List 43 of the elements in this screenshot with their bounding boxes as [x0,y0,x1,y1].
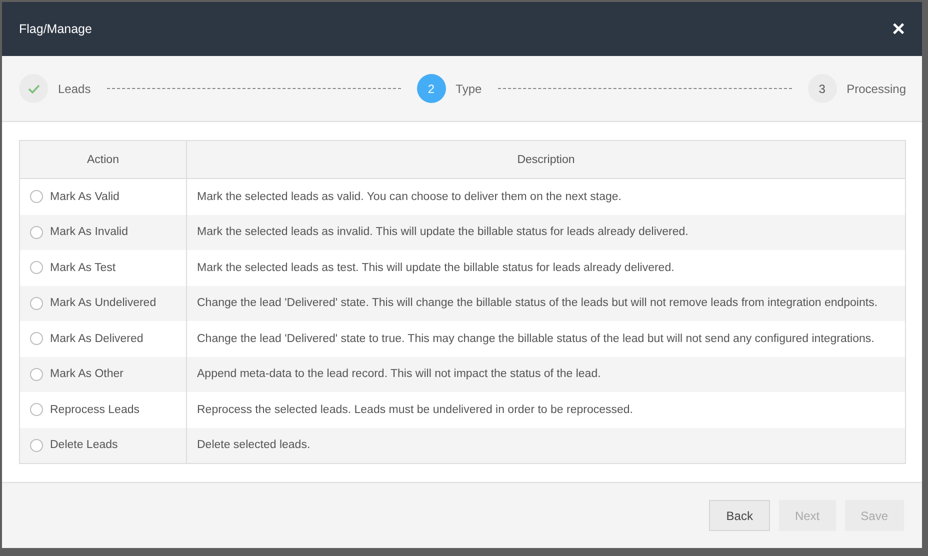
action-radio[interactable]: Delete Leads [30,438,176,452]
description-text: Change the lead 'Delivered' state to true. This may change the billable status of the lead but will not send any configured integrations. [197,332,874,345]
description-text: Change the lead 'Delivered' state. This will change the billable status of the leads but will not remove leads from integration endpoints. [197,297,878,310]
description-text: Delete selected leads. [197,439,310,452]
description-text: Mark the selected leads as invalid. This will update the billable status for leads already delivered. [197,226,688,238]
action-radio[interactable]: Mark As Other [30,368,176,381]
radio-icon[interactable] [30,332,43,346]
radio-icon[interactable] [30,190,43,204]
action-label: Reprocess Leads [50,404,140,416]
step-circle: 3 [808,74,837,103]
check-icon [28,84,40,94]
description-text: Append meta-data to the lead record. This will not impact the status of the lead. [197,368,601,380]
action-radio[interactable]: Mark As Invalid [30,226,176,239]
radio-icon[interactable] [30,438,43,452]
column-header: Action [20,140,186,178]
footer-button[interactable]: Back [709,500,770,531]
radio-icon[interactable] [30,226,43,239]
action-label: Mark As Invalid [50,226,128,238]
radio-icon[interactable] [30,296,43,310]
action-radio[interactable]: Reprocess Leads [30,403,176,416]
close-button[interactable]: × [892,18,905,40]
action-radio[interactable]: Mark As Delivered [30,332,176,346]
radio-icon[interactable] [30,368,43,381]
radio-icon[interactable] [30,403,43,416]
description-text: Mark the selected leads as test. This will update the billable status for leads already delivered. [197,262,674,274]
step-circle: 2 [416,74,446,103]
description-text: Mark the selected leads as valid. You can choose to deliver them on the next stage. [197,190,622,203]
action-radio[interactable]: Mark As Test [30,261,176,274]
action-label: Delete Leads [50,439,118,452]
radio-icon[interactable] [30,261,43,274]
action-label: Mark As Valid [50,190,120,203]
column-header: Description [186,140,906,178]
action-radio[interactable]: Mark As Undelivered [30,296,176,310]
action-label: Mark As Other [50,368,124,380]
description-text: Reprocess the selected leads. Leads must be undelivered in order to be reprocessed. [197,404,633,416]
action-label: Mark As Delivered [50,332,144,345]
action-label: Mark As Undelivered [50,297,156,310]
step-label: Type [456,82,482,96]
action-label: Mark As Test [50,262,116,274]
step-label: Leads [58,82,91,96]
action-radio[interactable]: Mark As Valid [30,190,176,204]
dialog-title: Flag/Manage [19,22,92,36]
step-label: Processing [846,82,906,96]
